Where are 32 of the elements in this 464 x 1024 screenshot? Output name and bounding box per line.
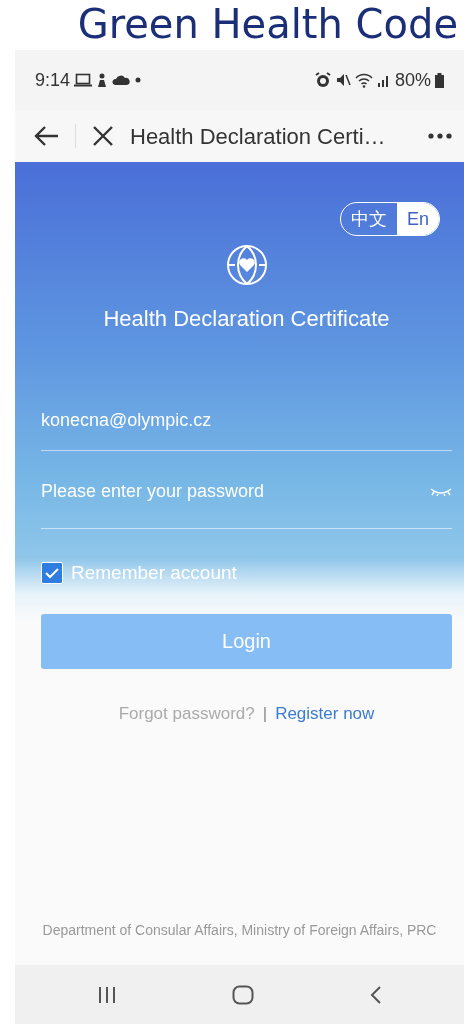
home-icon[interactable] bbox=[232, 984, 255, 1005]
figure-icon bbox=[96, 72, 109, 88]
clock-time: 9:14 bbox=[35, 68, 71, 92]
footer-text: Department of Consular Affairs, Ministry of Foreign Affairs, PRC bbox=[42, 921, 437, 940]
language-option[interactable]: En bbox=[396, 203, 439, 235]
signal-icon bbox=[376, 73, 391, 87]
password-field[interactable]: Please enter your password bbox=[41, 478, 430, 505]
back-icon[interactable] bbox=[370, 984, 383, 1005]
dot-icon bbox=[134, 76, 143, 84]
cloud-icon bbox=[112, 74, 131, 86]
close-icon[interactable] bbox=[92, 125, 114, 147]
page-title: Health Declaration Certi… bbox=[130, 122, 387, 151]
globe-heart-icon bbox=[225, 244, 268, 286]
battery-percent: 80% bbox=[394, 68, 431, 92]
laptop-icon bbox=[74, 73, 93, 87]
remember-checkbox[interactable] bbox=[41, 562, 63, 585]
email-field[interactable]: konecna@olympic.cz bbox=[41, 407, 452, 434]
wifi-icon bbox=[354, 72, 373, 88]
back-arrow-icon[interactable] bbox=[33, 125, 59, 147]
alarm-icon bbox=[314, 72, 331, 88]
recent-apps-icon[interactable] bbox=[96, 985, 117, 1004]
app-title: Health Declaration Certificate bbox=[102, 305, 391, 333]
caption-title: Green Health Code bbox=[76, 0, 459, 49]
mute-icon bbox=[334, 72, 351, 88]
link-separator: | bbox=[262, 702, 268, 725]
battery-icon bbox=[435, 72, 444, 88]
language-option[interactable]: 中文 bbox=[340, 203, 397, 235]
register-link[interactable]: Register now bbox=[275, 700, 375, 726]
forgot-password-link[interactable]: Forgot password? bbox=[118, 700, 255, 726]
checkmark-icon bbox=[45, 567, 59, 579]
more-icon[interactable] bbox=[428, 133, 452, 139]
remember-label: Remember account bbox=[71, 561, 237, 585]
